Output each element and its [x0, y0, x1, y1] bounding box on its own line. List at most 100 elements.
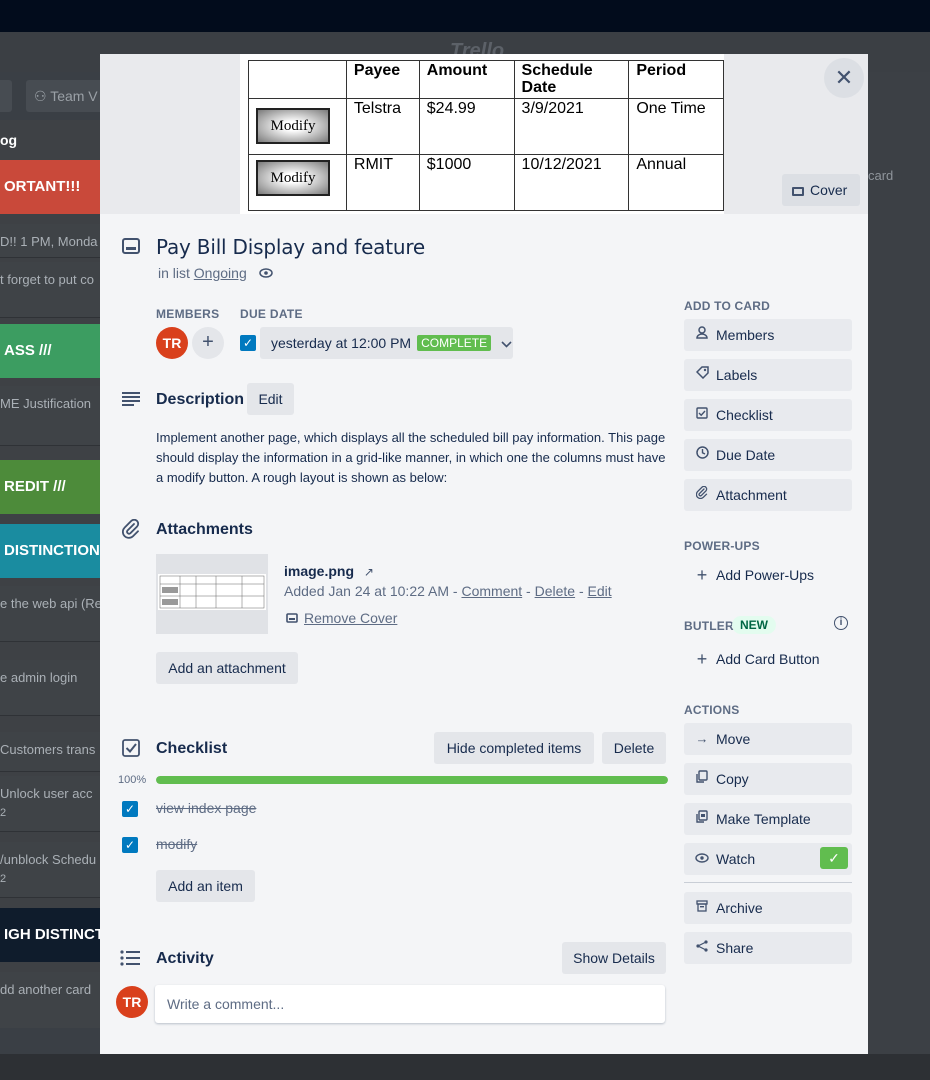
- checklist-item-checkbox[interactable]: ✓: [122, 837, 138, 853]
- watch-eye-icon: [258, 265, 273, 281]
- table-header: Period: [628, 60, 724, 99]
- modify-button: Modify: [256, 108, 330, 144]
- remove-cover-link[interactable]: Remove Cover: [286, 610, 397, 626]
- copy-button[interactable]: Copy: [684, 763, 852, 795]
- list-label-card[interactable]: IGH DISTINCT: [0, 908, 100, 962]
- cover-button[interactable]: Cover: [782, 174, 860, 206]
- due-date-button[interactable]: yesterday at 12:00 PM COMPLETE: [260, 327, 513, 359]
- add-card-link[interactable]: card: [868, 168, 893, 183]
- due-date-label: DUE DATE: [240, 307, 303, 321]
- list-link[interactable]: Ongoing: [194, 265, 247, 281]
- move-button[interactable]: → Move: [684, 723, 852, 755]
- list-card[interactable]: /unblock Schedu 2: [0, 842, 100, 898]
- board-menu-button[interactable]: [0, 80, 12, 112]
- member-avatar[interactable]: TR: [156, 327, 188, 359]
- list-card-badge: 2: [0, 807, 7, 819]
- card-icon: [122, 238, 140, 259]
- actions-label: ACTIONS: [684, 703, 740, 717]
- plus-icon: +: [696, 649, 708, 669]
- share-button[interactable]: Share: [684, 932, 852, 964]
- card-list-info: in list Ongoing: [158, 265, 273, 281]
- checklist-title[interactable]: Checklist: [156, 740, 227, 758]
- list-label-card[interactable]: ASS ///: [0, 324, 100, 378]
- checklist-icon: [694, 399, 710, 431]
- info-icon[interactable]: i: [834, 616, 848, 630]
- list-card-badge: 2: [0, 873, 7, 885]
- modify-button: Modify: [256, 160, 330, 196]
- add-attachment-button[interactable]: Add an attachment: [156, 652, 298, 684]
- list-label-card[interactable]: DISTINCTION /: [0, 524, 100, 578]
- list-card[interactable]: t forget to put co: [0, 262, 100, 318]
- attachment-delete-link[interactable]: Delete: [535, 583, 575, 599]
- thumbnail-image: [158, 574, 266, 610]
- attachment-button[interactable]: Attachment: [684, 479, 852, 511]
- due-date-checkbox[interactable]: ✓: [240, 335, 256, 351]
- table-cell: Modify: [248, 98, 347, 155]
- list-label-card[interactable]: REDIT ///: [0, 460, 100, 514]
- team-icon: ⚇: [34, 88, 51, 104]
- table-cell: One Time: [628, 98, 724, 155]
- plus-icon: +: [696, 565, 708, 585]
- attachment-comment-link[interactable]: Comment: [461, 583, 522, 599]
- team-visibility-button[interactable]: ⚇ Team V: [26, 80, 106, 112]
- due-date-side-button[interactable]: Due Date: [684, 439, 852, 471]
- user-avatar[interactable]: TR: [116, 986, 148, 1018]
- attachment-thumbnail[interactable]: [156, 554, 268, 634]
- progress-percent: 100%: [118, 774, 147, 786]
- table-cell: 3/9/2021: [513, 98, 630, 155]
- butler-label: BUTLER: [684, 619, 734, 633]
- activity-title: Activity: [156, 950, 214, 967]
- comment-input[interactable]: Write a comment...: [155, 985, 665, 1023]
- edit-description-button[interactable]: Edit: [247, 383, 294, 415]
- checklist-item[interactable]: modify: [156, 836, 197, 852]
- checklist-item-checkbox[interactable]: ✓: [122, 801, 138, 817]
- attachment-edit-link[interactable]: Edit: [588, 583, 612, 599]
- description-text[interactable]: Implement another page, which displays a…: [156, 428, 666, 488]
- person-icon: [694, 319, 710, 351]
- archive-button[interactable]: Archive: [684, 892, 852, 924]
- list-card-title: /unblock Schedu: [0, 852, 97, 867]
- list-label-card[interactable]: ORTANT!!!: [0, 160, 100, 214]
- new-badge: NEW: [732, 616, 776, 634]
- list-card[interactable]: Unlock user acc 2: [0, 776, 100, 832]
- table-cell: $24.99: [418, 98, 515, 155]
- paperclip-icon: [122, 518, 140, 544]
- attachment-name[interactable]: image.png ↗: [284, 563, 374, 579]
- list-card[interactable]: Customers trans: [0, 732, 100, 772]
- table-cell: Telstra: [345, 98, 420, 155]
- board-footer: [0, 1054, 930, 1080]
- add-power-ups-button[interactable]: + Add Power-Ups: [684, 559, 852, 591]
- add-member-button[interactable]: +: [192, 327, 224, 359]
- background-next-list: card: [868, 72, 930, 1072]
- card-title[interactable]: Pay Bill Display and feature: [156, 235, 425, 259]
- plus-icon: +: [202, 331, 214, 353]
- delete-checklist-button[interactable]: Delete: [602, 732, 666, 764]
- make-template-button[interactable]: Make Template: [684, 803, 852, 835]
- clock-icon: [694, 439, 710, 471]
- external-link-icon: ↗: [363, 565, 374, 579]
- list-card[interactable]: ME Justification: [0, 386, 100, 446]
- members-button[interactable]: Members: [684, 319, 852, 351]
- show-details-button[interactable]: Show Details: [562, 942, 666, 974]
- hide-completed-button[interactable]: Hide completed items: [434, 732, 594, 764]
- add-item-button[interactable]: Add an item: [156, 870, 255, 902]
- checklist-item[interactable]: view index page: [156, 800, 256, 816]
- cover-icon: [792, 187, 804, 196]
- table-cell: 10/12/2021: [513, 154, 630, 211]
- close-button[interactable]: ✕: [824, 58, 864, 98]
- table-cell: RMIT: [345, 154, 420, 211]
- labels-button[interactable]: Labels: [684, 359, 852, 391]
- list-card[interactable]: e the web api (Re: [0, 586, 100, 642]
- add-another-card[interactable]: dd another card: [0, 972, 100, 1028]
- sidebar-divider: [684, 882, 852, 883]
- checklist-progress-bar: [156, 776, 668, 784]
- eye-icon: [694, 843, 710, 875]
- add-card-button-button[interactable]: + Add Card Button: [684, 643, 852, 675]
- cover-image: Payee Amount Schedule Date Period Modify…: [240, 54, 724, 214]
- chevron-down-icon: [501, 337, 512, 351]
- checklist-button[interactable]: Checklist: [684, 399, 852, 431]
- list-card[interactable]: e admin login: [0, 660, 100, 716]
- card-cover[interactable]: Payee Amount Schedule Date Period Modify…: [100, 54, 868, 214]
- table-cell: Annual: [628, 154, 724, 211]
- list-card[interactable]: D!! 1 PM, Monda: [0, 224, 100, 258]
